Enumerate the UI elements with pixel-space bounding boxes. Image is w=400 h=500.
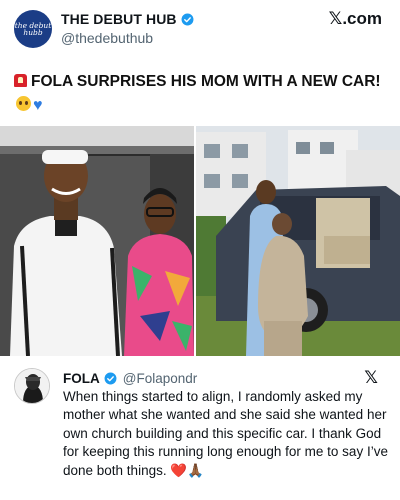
blue-heart-emoji-icon: ♥ <box>33 97 43 114</box>
photo-mother-with-new-car-image <box>196 126 400 356</box>
account-name[interactable]: THE DEBUT HUB <box>61 11 194 27</box>
photo-fola-and-mother[interactable] <box>0 126 194 356</box>
post-header: the debut hubb THE DEBUT HUB @thedebuthu… <box>0 0 400 58</box>
account-handle[interactable]: @thedebuthub <box>61 30 153 46</box>
pleading-face-emoji-icon <box>16 96 31 111</box>
verified-badge-icon <box>104 372 117 385</box>
tweet-text: When things started to align, I randomly… <box>63 388 388 480</box>
photo-mother-with-new-car[interactable] <box>196 126 400 356</box>
avatar-text: the debut hubb <box>14 21 52 37</box>
tweet-author-name: FOLA <box>63 371 100 386</box>
tweet-author-avatar-image <box>15 369 49 403</box>
tweet-end-emojis: ❤️🙏🏾 <box>170 462 204 478</box>
siren-icon <box>14 74 27 87</box>
tweet-body: When things started to align, I randomly… <box>63 389 388 478</box>
tweet-author-handle[interactable]: @Folapondr <box>123 371 198 386</box>
tweet-author[interactable]: FOLA @Folapondr <box>63 371 197 386</box>
photo-fola-and-mother-image <box>0 126 194 356</box>
x-brand-logo[interactable]: 𝕏.com <box>329 9 382 29</box>
x-logo-icon[interactable]: 𝕏 <box>364 368 378 388</box>
headline-text: FOLA SURPRISES HIS MOM WITH A NEW CAR! <box>31 73 381 90</box>
tweet-author-avatar[interactable] <box>14 368 50 404</box>
account-name-text: THE DEBUT HUB <box>61 11 177 27</box>
post-headline: FOLA SURPRISES HIS MOM WITH A NEW CAR! ♥ <box>14 70 390 117</box>
verified-badge-icon <box>181 13 194 25</box>
account-avatar[interactable]: the debut hubb <box>14 10 52 48</box>
